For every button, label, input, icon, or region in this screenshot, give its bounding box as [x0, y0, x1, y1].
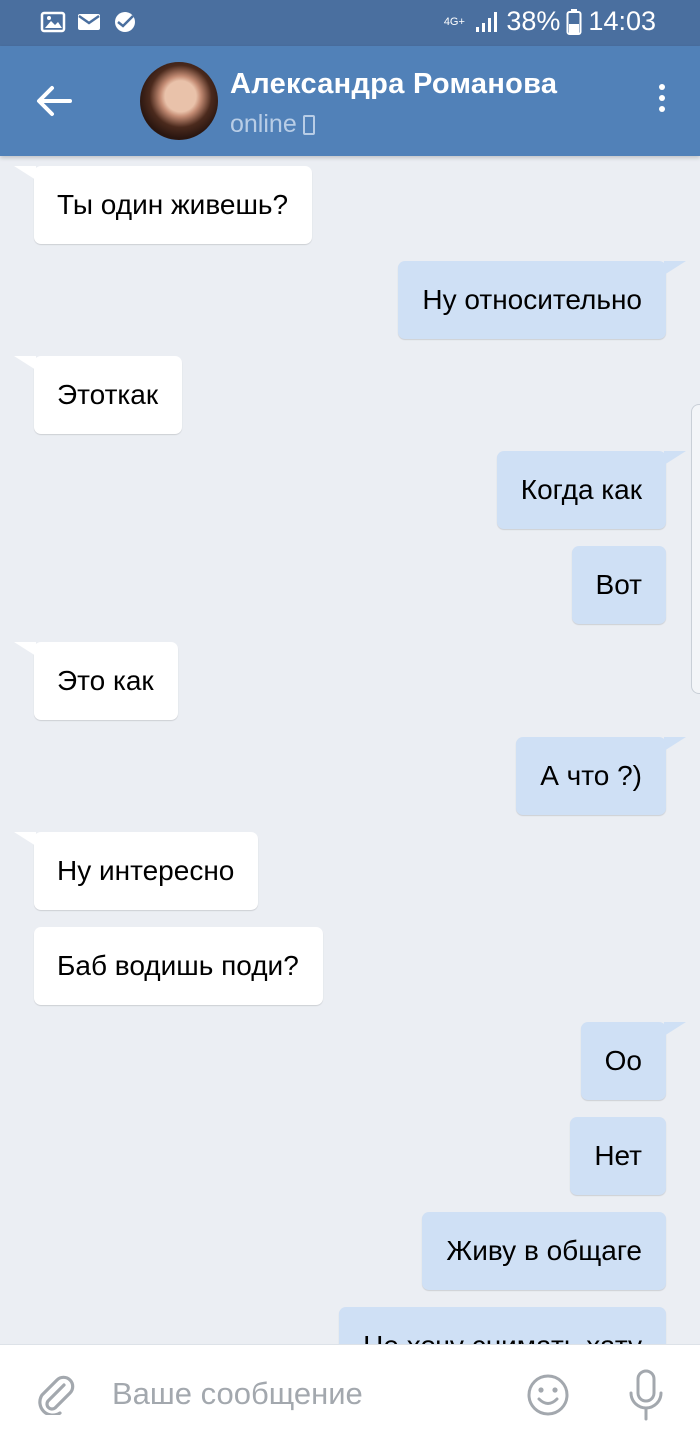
message-bubble-outgoing[interactable]: Ну относительно: [398, 261, 686, 339]
message-composer: [0, 1344, 700, 1439]
more-vertical-icon[interactable]: [654, 84, 670, 120]
avatar[interactable]: [140, 62, 218, 140]
message-bubble-incoming[interactable]: Это как: [14, 642, 178, 720]
message-text: Это как: [57, 665, 154, 696]
microphone-icon[interactable]: [626, 1369, 666, 1421]
notification-icons: [40, 10, 138, 34]
clock: 14:03: [588, 6, 656, 36]
message-text: Оо: [604, 1045, 642, 1076]
battery-percent: 38%: [506, 6, 561, 36]
status-text: online: [230, 110, 297, 138]
sberbank-icon: [115, 12, 135, 32]
message-text: Ты один живешь?: [57, 189, 289, 220]
message-text: Когда как: [520, 474, 642, 505]
message-bubble-outgoing[interactable]: Нет: [570, 1117, 666, 1195]
message-text: Не хочу снимать хату: [363, 1330, 642, 1344]
message-bubble-incoming[interactable]: Ты один живешь?: [13, 166, 313, 244]
message-text: Живу в общаге: [446, 1235, 642, 1266]
message-text: Нет: [594, 1140, 642, 1171]
message-bubble-outgoing[interactable]: Оо: [580, 1022, 687, 1100]
network-type: 4G+: [443, 15, 465, 28]
message-text: Ну интересно: [57, 855, 235, 886]
message-text: Ну относительно: [422, 284, 642, 315]
paperclip-icon[interactable]: [34, 1371, 76, 1415]
message-bubble-outgoing[interactable]: Не хочу снимать хату: [339, 1307, 666, 1344]
emoji-icon[interactable]: [526, 1373, 570, 1417]
message-text: Баб водишь поди?: [57, 950, 299, 981]
message-input[interactable]: [110, 1369, 494, 1419]
contact-name[interactable]: Александра Романова: [230, 68, 557, 101]
message-text: А что ?): [540, 760, 642, 791]
mail-icon: [78, 14, 100, 30]
mobile-icon: [302, 114, 315, 135]
image-icon: [40, 11, 66, 33]
message-bubble-outgoing[interactable]: Вот: [571, 546, 666, 624]
message-bubble-outgoing[interactable]: Живу в общаге: [422, 1212, 666, 1290]
back-arrow-icon[interactable]: [30, 80, 80, 122]
system-indicators: 4G+ 38% 14:03: [440, 6, 656, 37]
message-bubble-incoming[interactable]: Этоткак: [13, 356, 183, 434]
message-list[interactable]: Ты один живешь? Ну относительно Этоткак …: [0, 156, 700, 1344]
message-text: Этоткак: [57, 379, 159, 410]
chat-header: Александра Романова online: [0, 46, 700, 156]
message-bubble-outgoing[interactable]: Когда как: [496, 451, 687, 529]
contact-status: online: [230, 110, 315, 139]
message-text: Вот: [595, 569, 642, 600]
status-bar: 4G+ 38% 14:03: [0, 0, 700, 46]
battery-icon: [566, 8, 582, 35]
signal-icon: [476, 11, 498, 32]
message-bubble-outgoing[interactable]: А что ?): [516, 737, 686, 815]
message-bubble-incoming[interactable]: Баб водишь поди?: [34, 927, 323, 1005]
scrollbar[interactable]: [691, 404, 700, 694]
message-bubble-incoming[interactable]: Ну интересно: [13, 832, 259, 910]
